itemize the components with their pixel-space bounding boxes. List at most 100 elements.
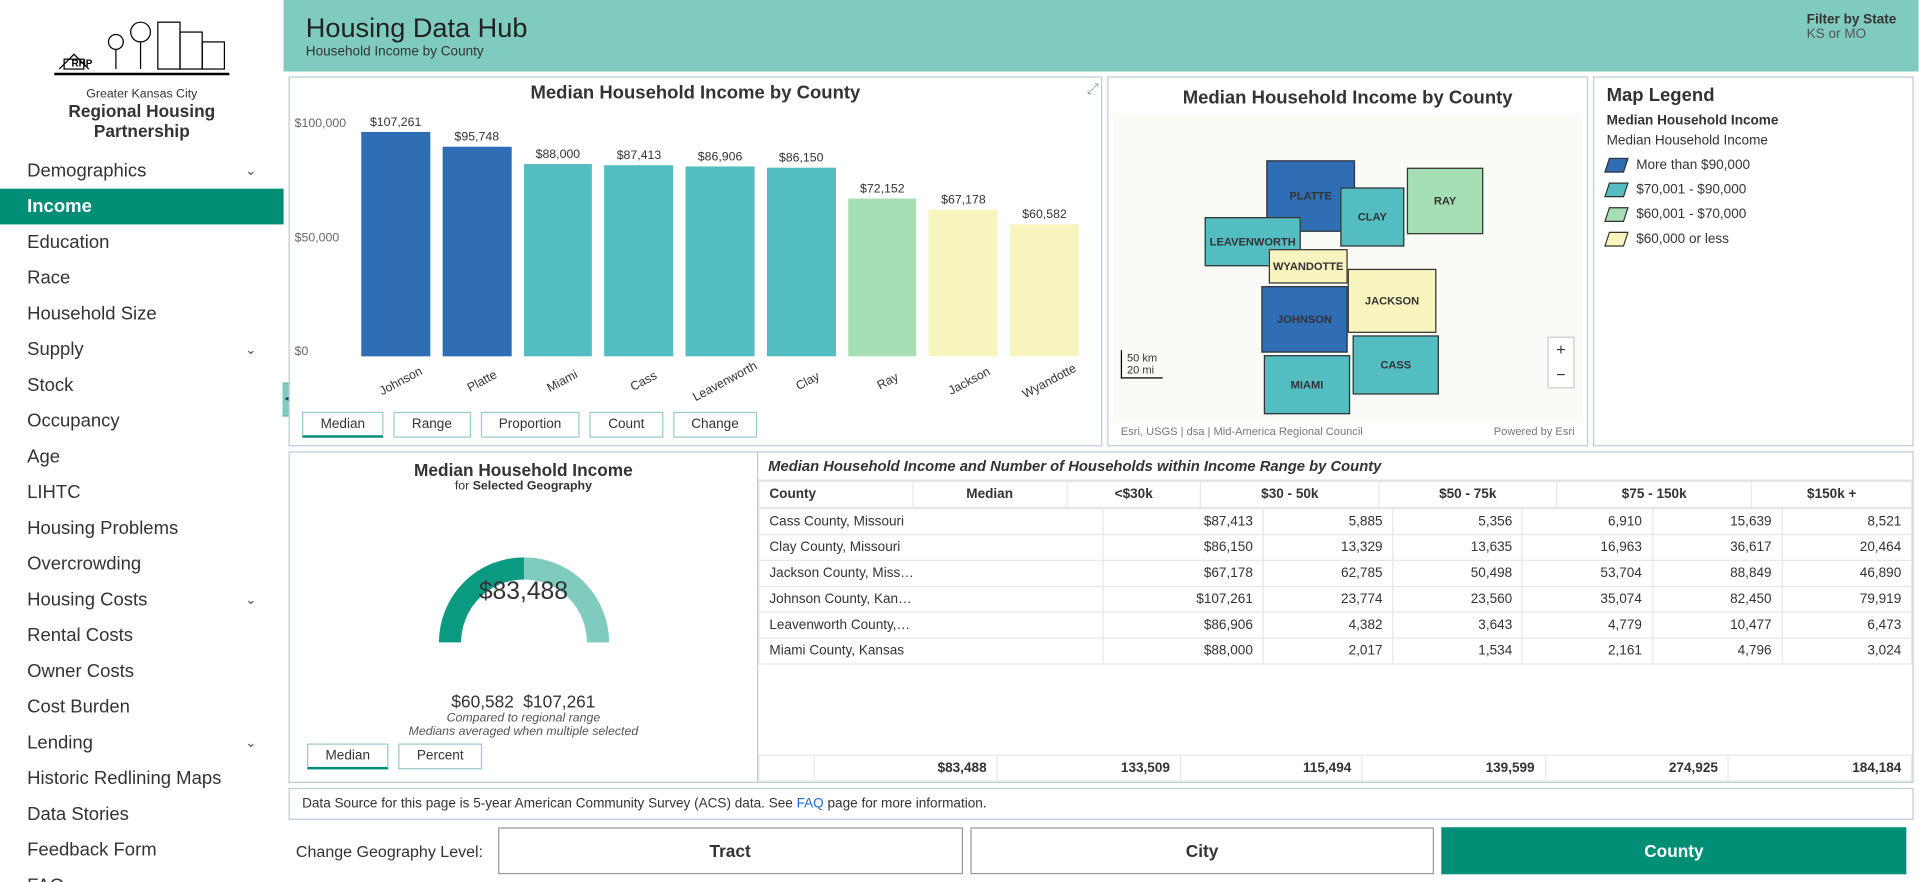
bar-tab-median[interactable]: Median [302, 412, 383, 438]
map-county-miami[interactable]: MIAMI [1264, 355, 1350, 414]
table-row[interactable]: Clay County, Missouri$86,15013,32913,635… [759, 535, 1912, 561]
gauge-tab-median[interactable]: Median [307, 743, 388, 769]
table-header[interactable]: County [759, 481, 913, 507]
map-county-clay[interactable]: CLAY [1340, 187, 1404, 246]
table-cell: 35,074 [1523, 586, 1653, 612]
geo-button-tract[interactable]: Tract [498, 827, 963, 874]
table-footer-cell: 184,184 [1728, 755, 1911, 781]
bar-chart-title: Median Household Income by County [290, 78, 1101, 109]
table-header[interactable]: $75 - 150k [1557, 481, 1752, 507]
nav-item-demographics[interactable]: Demographics⌄ [0, 153, 284, 189]
geo-button-county[interactable]: County [1442, 827, 1907, 874]
table-cell: Cass County, Missouri [759, 509, 1102, 535]
nav-item-housing-problems[interactable]: Housing Problems [0, 510, 284, 546]
table-cell: 2,161 [1523, 638, 1653, 664]
table-header[interactable]: $150k + [1752, 481, 1912, 507]
header: Housing Data Hub Household Income by Cou… [284, 0, 1919, 72]
nav-item-education[interactable]: Education [0, 224, 284, 260]
bar-leavenworth[interactable]: $86,906 [686, 116, 755, 356]
bar-tab-range[interactable]: Range [393, 412, 470, 438]
nav-item-lihtc[interactable]: LIHTC [0, 475, 284, 511]
page-subtitle: Household Income by County [306, 44, 528, 59]
table-header[interactable]: $50 - 75k [1379, 481, 1557, 507]
logo-maintext: Regional Housing Partnership [22, 101, 261, 140]
nav-item-housing-costs[interactable]: Housing Costs⌄ [0, 582, 284, 618]
bar-clay[interactable]: $86,150 [767, 116, 836, 356]
table-header[interactable]: $30 - 50k [1201, 481, 1379, 507]
map-county-ray[interactable]: RAY [1407, 168, 1483, 235]
bar-chart-card: ⤢ Median Household Income by County $0$5… [289, 76, 1103, 446]
nav-item-owner-costs[interactable]: Owner Costs [0, 653, 284, 689]
logo: RHP Greater Kansas City Regional Housing… [0, 0, 284, 145]
map-legend: Map Legend Median Household Income Media… [1593, 76, 1914, 446]
table-cell: 23,560 [1393, 586, 1523, 612]
table-row[interactable]: Cass County, Missouri$87,4135,8855,3566,… [759, 509, 1912, 535]
nav-item-income[interactable]: Income [0, 189, 284, 225]
nav-item-cost-burden[interactable]: Cost Burden [0, 689, 284, 725]
nav-item-supply[interactable]: Supply⌄ [0, 332, 284, 368]
gauge-tab-percent[interactable]: Percent [398, 743, 482, 769]
map-county-cass[interactable]: CASS [1353, 335, 1439, 394]
table-row[interactable]: Leavenworth County,…$86,9064,3823,6434,7… [759, 612, 1912, 638]
bar-value-label: $72,152 [860, 183, 905, 197]
bar-ray[interactable]: $72,152 [848, 116, 917, 356]
map-scale: 50 km20 mi [1121, 350, 1162, 378]
filter-value: KS or MO [1807, 27, 1897, 42]
table-cell: 88,849 [1652, 560, 1782, 586]
nav-item-age[interactable]: Age [0, 439, 284, 475]
lower-card: Median Household Income for Selected Geo… [289, 451, 1914, 783]
table-header[interactable]: Median [913, 481, 1067, 507]
legend-row: $60,000 or less [1607, 232, 1900, 247]
geo-button-city[interactable]: City [970, 827, 1435, 874]
bar-miami[interactable]: $88,000 [523, 116, 592, 356]
bar-jackson[interactable]: $67,178 [929, 116, 998, 356]
nav-item-household-size[interactable]: Household Size [0, 296, 284, 332]
bar-tab-change[interactable]: Change [673, 412, 758, 438]
legend-subtitle: Median Household Income [1607, 113, 1900, 128]
table-cell: Miami County, Kansas [759, 638, 1102, 664]
bar-wyandotte[interactable]: $60,582 [1010, 116, 1079, 356]
bar-rect [848, 199, 917, 357]
nav-item-overcrowding[interactable]: Overcrowding [0, 546, 284, 582]
zoom-out-icon[interactable]: − [1549, 363, 1574, 388]
map-canvas[interactable]: 50 km20 mi + − PLATTECLAYRAYLEAVENWORTHW… [1113, 113, 1582, 422]
bar-johnson[interactable]: $107,261 [361, 116, 430, 356]
nav-item-data-stories[interactable]: Data Stories [0, 797, 284, 833]
bar-cass[interactable]: $87,413 [605, 116, 674, 356]
nav-item-race[interactable]: Race [0, 260, 284, 296]
page-title: Housing Data Hub [306, 12, 528, 44]
bar-tab-count[interactable]: Count [590, 412, 663, 438]
table-row[interactable]: Johnson County, Kan…$107,26123,77423,560… [759, 586, 1912, 612]
state-filter[interactable]: Filter by State KS or MO [1807, 12, 1897, 42]
table-footer-cell: 139,599 [1362, 755, 1545, 781]
zoom-in-icon[interactable]: + [1549, 338, 1574, 363]
table-row[interactable]: Miami County, Kansas$88,0002,0171,5342,1… [759, 638, 1912, 664]
geography-bar: Change Geography Level: TractCityCounty [284, 820, 1919, 882]
map-county-wyandotte[interactable]: WYANDOTTE [1269, 249, 1348, 284]
nav-item-occupancy[interactable]: Occupancy [0, 403, 284, 439]
focus-mode-icon[interactable]: ⤢ [1087, 80, 1099, 98]
bar-value-label: $95,748 [454, 131, 499, 145]
nav-item-historic-redlining-maps[interactable]: Historic Redlining Maps [0, 761, 284, 797]
nav-item-feedback-form[interactable]: Feedback Form [0, 832, 284, 868]
legend-row: More than $90,000 [1607, 158, 1900, 173]
faq-link[interactable]: FAQ [797, 797, 824, 812]
legend-row: $70,001 - $90,000 [1607, 182, 1900, 197]
chevron-down-icon: ⌄ [245, 342, 256, 358]
table-header[interactable]: <$30k [1067, 481, 1201, 507]
nav-item-rental-costs[interactable]: Rental Costs [0, 618, 284, 654]
table-row[interactable]: Jackson County, Miss…$67,17862,78550,498… [759, 560, 1912, 586]
table-cell: Leavenworth County,… [759, 612, 1102, 638]
nav-item-stock[interactable]: Stock [0, 367, 284, 403]
map-county-johnson[interactable]: JOHNSON [1261, 286, 1347, 353]
table-cell: 62,785 [1263, 560, 1393, 586]
table-header-row: CountyMedian<$30k$30 - 50k$50 - 75k$75 -… [759, 481, 1912, 507]
bar-tab-proportion[interactable]: Proportion [480, 412, 580, 438]
map-county-jackson[interactable]: JACKSON [1348, 269, 1437, 333]
y-tick: $100,000 [295, 118, 346, 132]
bar-platte[interactable]: $95,748 [442, 116, 511, 356]
nav-item-lending[interactable]: Lending⌄ [0, 725, 284, 761]
y-tick: $0 [295, 345, 309, 359]
svg-text:RHP: RHP [72, 59, 93, 70]
nav-item-faq[interactable]: FAQ [0, 868, 284, 882]
